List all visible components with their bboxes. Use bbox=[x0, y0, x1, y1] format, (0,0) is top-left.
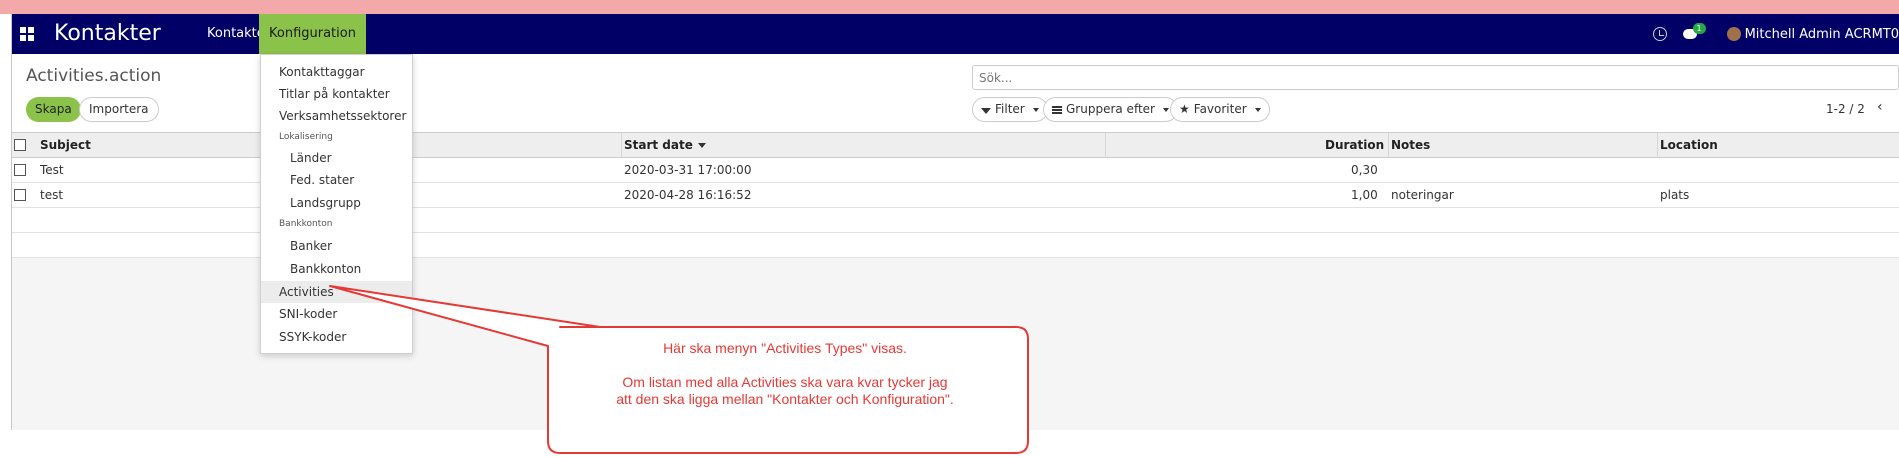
cell-start-date: 2020-04-28 16:16:52 bbox=[624, 188, 752, 202]
menu-item-landsgrupp[interactable]: Landsgrupp bbox=[261, 192, 412, 214]
menu-item-titlar[interactable]: Titlar på kontakter bbox=[261, 83, 412, 105]
cell-notes: noteringar bbox=[1391, 188, 1454, 202]
column-start-date[interactable]: Start date bbox=[624, 133, 706, 157]
user-menu[interactable]: Mitchell Admin ACRMT0 bbox=[1745, 27, 1899, 42]
chat-badge: 1 bbox=[1692, 23, 1706, 34]
search-input[interactable] bbox=[972, 65, 1899, 90]
menu-item-fed-stater[interactable]: Fed. stater bbox=[261, 169, 412, 191]
cell-start-date: 2020-03-31 17:00:00 bbox=[624, 163, 752, 177]
pager-previous-icon[interactable]: ‹ bbox=[1877, 99, 1883, 115]
browser-bookmark-strip bbox=[0, 0, 1899, 14]
sort-desc-icon bbox=[697, 143, 706, 148]
column-separator bbox=[621, 133, 622, 157]
app-brand[interactable]: Kontakter bbox=[54, 21, 161, 46]
cell-subject: Test bbox=[40, 163, 64, 177]
menu-item-ssyk-koder[interactable]: SSYK-koder bbox=[261, 326, 412, 348]
menu-item-activities[interactable]: Activities bbox=[261, 281, 412, 303]
row-checkbox[interactable] bbox=[14, 164, 26, 176]
groupby-label: Gruppera efter bbox=[1066, 102, 1155, 116]
star-icon: ★ bbox=[1179, 102, 1190, 116]
navbar-systray: 1 Mitchell Admin ACRMT0 bbox=[1652, 14, 1899, 54]
chat-icon[interactable]: 1 bbox=[1682, 23, 1706, 41]
menu-item-kontakttaggar[interactable]: Kontakttaggar bbox=[261, 61, 412, 83]
create-button[interactable]: Skapa bbox=[26, 97, 81, 122]
column-separator bbox=[1105, 133, 1106, 157]
cell-duration: 1,00 bbox=[1351, 188, 1378, 202]
cell-location: plats bbox=[1660, 188, 1690, 202]
annotation-text: Här ska menyn "Activities Types" visas. … bbox=[550, 340, 1020, 408]
column-separator bbox=[1657, 133, 1658, 157]
column-notes[interactable]: Notes bbox=[1391, 133, 1430, 157]
import-button[interactable]: Importera bbox=[79, 97, 159, 122]
column-separator bbox=[1388, 133, 1389, 157]
column-start-date-label: Start date bbox=[624, 138, 693, 152]
favorites-button[interactable]: ★ Favoriter bbox=[1170, 97, 1270, 122]
menu-header-lokalisering: Lokalisering bbox=[279, 132, 333, 142]
annotation-line-1: Här ska menyn "Activities Types" visas. bbox=[663, 340, 907, 356]
filter-label: Filter bbox=[995, 102, 1025, 116]
user-avatar[interactable] bbox=[1726, 27, 1741, 41]
annotation-line-2: Om listan med alla Activities ska vara k… bbox=[622, 374, 948, 390]
select-all-checkbox[interactable] bbox=[14, 139, 26, 151]
favorites-label: Favoriter bbox=[1193, 102, 1247, 116]
filter-button[interactable]: Filter bbox=[972, 97, 1048, 122]
list-icon bbox=[1052, 105, 1062, 114]
column-location[interactable]: Location bbox=[1660, 133, 1718, 157]
filter-icon bbox=[981, 107, 991, 114]
menu-item-bankkonton[interactable]: Bankkonton bbox=[261, 258, 412, 280]
column-subject[interactable]: Subject bbox=[40, 133, 91, 157]
konfiguration-dropdown: Kontakttaggar Titlar på kontakter Verksa… bbox=[260, 54, 413, 354]
activity-clock-icon[interactable] bbox=[1652, 27, 1667, 41]
top-navbar: Kontakter Kontakter Konfiguration 1 Mitc… bbox=[12, 14, 1899, 54]
menu-item-sni-koder[interactable]: SNI-koder bbox=[261, 303, 412, 325]
menu-item-verksamhetssektorer[interactable]: Verksamhetssektorer bbox=[261, 105, 412, 127]
menu-konfiguration[interactable]: Konfiguration bbox=[259, 14, 366, 54]
annotation-line-3: att den ska ligga mellan "Kontakter och … bbox=[616, 391, 954, 407]
cell-subject: test bbox=[40, 188, 64, 202]
page-title: Activities.action bbox=[26, 66, 162, 86]
groupby-button[interactable]: Gruppera efter bbox=[1043, 97, 1178, 122]
caret-down-icon bbox=[1254, 107, 1261, 112]
caret-down-icon bbox=[1032, 107, 1039, 112]
caret-down-icon bbox=[1162, 107, 1169, 112]
apps-grid-icon[interactable] bbox=[20, 27, 34, 41]
row-checkbox[interactable] bbox=[14, 189, 26, 201]
cell-duration: 0,30 bbox=[1351, 163, 1378, 177]
menu-header-bankkonton: Bankkonton bbox=[279, 219, 333, 229]
column-duration[interactable]: Duration bbox=[1325, 133, 1384, 157]
menu-item-banker[interactable]: Banker bbox=[261, 235, 412, 257]
window-left-edge bbox=[0, 14, 12, 430]
menu-item-lander[interactable]: Länder bbox=[261, 147, 412, 169]
pager-value[interactable]: 1-2 / 2 bbox=[1826, 102, 1865, 116]
